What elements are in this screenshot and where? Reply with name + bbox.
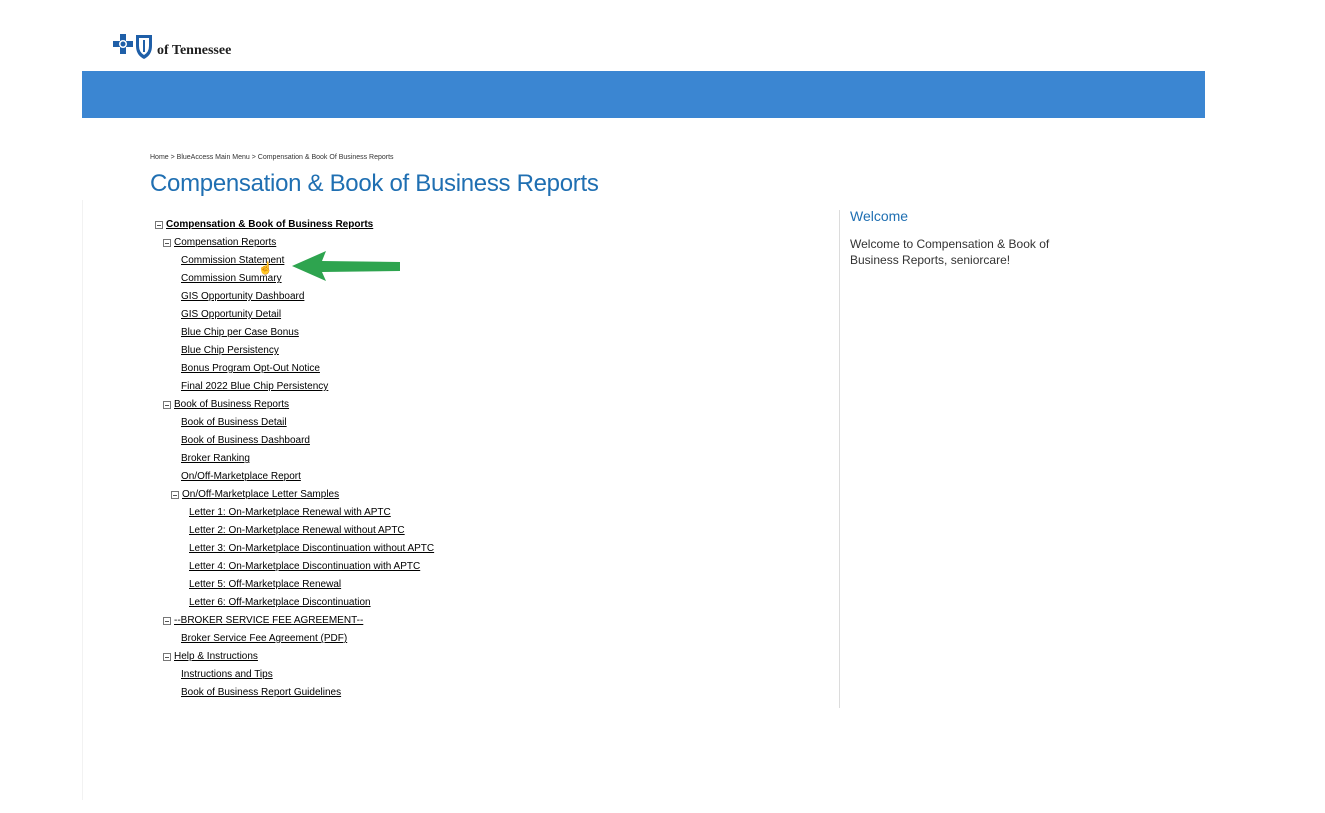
- collapse-icon[interactable]: [163, 617, 171, 625]
- tree-item: Letter 4: On-Marketplace Discontinuation…: [189, 558, 420, 576]
- letter-6-link[interactable]: Letter 6: Off-Marketplace Discontinuatio…: [189, 594, 371, 612]
- letter-1-link[interactable]: Letter 1: On-Marketplace Renewal with AP…: [189, 504, 391, 522]
- blue-cross-blue-shield-icon: [113, 34, 152, 59]
- tree-item: On/Off-Marketplace Report: [181, 468, 301, 486]
- green-arrow-icon: [292, 251, 400, 281]
- tree-node-book-of-business: Book of Business Reports: [163, 396, 289, 414]
- book-of-business-reports-link[interactable]: Book of Business Reports: [174, 396, 289, 414]
- breadcrumb: Home > BlueAccess Main Menu > Compensati…: [150, 154, 394, 161]
- content-border: [82, 200, 83, 800]
- report-guidelines-link[interactable]: Book of Business Report Guidelines: [181, 684, 341, 702]
- tree-item: Letter 5: Off-Marketplace Renewal: [189, 576, 341, 594]
- tree-item: Book of Business Dashboard: [181, 432, 310, 450]
- blue-chip-per-case-bonus-link[interactable]: Blue Chip per Case Bonus: [181, 324, 299, 342]
- bonus-program-opt-out-link[interactable]: Bonus Program Opt-Out Notice: [181, 360, 320, 378]
- tree-item: Final 2022 Blue Chip Persistency: [181, 378, 328, 396]
- tree-item: Letter 2: On-Marketplace Renewal without…: [189, 522, 405, 540]
- collapse-icon[interactable]: [163, 239, 171, 247]
- letter-5-link[interactable]: Letter 5: Off-Marketplace Renewal: [189, 576, 341, 594]
- tree-item: Book of Business Report Guidelines: [181, 684, 341, 702]
- tree-item: Blue Chip Persistency: [181, 342, 279, 360]
- tree-item: Blue Chip per Case Bonus: [181, 324, 299, 342]
- tree-node-broker-service-fee: --BROKER SERVICE FEE AGREEMENT--: [163, 612, 363, 630]
- logo-text: of Tennessee: [157, 43, 232, 58]
- blue-chip-persistency-link[interactable]: Blue Chip Persistency: [181, 342, 279, 360]
- tree-root-link[interactable]: Compensation & Book of Business Reports: [166, 216, 373, 234]
- book-of-business-detail-link[interactable]: Book of Business Detail: [181, 414, 287, 432]
- tree-item: Letter 1: On-Marketplace Renewal with AP…: [189, 504, 391, 522]
- tree-item: Letter 3: On-Marketplace Discontinuation…: [189, 540, 434, 558]
- tree-item: Book of Business Detail: [181, 414, 287, 432]
- marketplace-report-link[interactable]: On/Off-Marketplace Report: [181, 468, 301, 486]
- collapse-icon[interactable]: [155, 221, 163, 229]
- letter-samples-link[interactable]: On/Off-Marketplace Letter Samples: [182, 486, 339, 504]
- help-instructions-link[interactable]: Help & Instructions: [174, 648, 258, 666]
- letter-3-link[interactable]: Letter 3: On-Marketplace Discontinuation…: [189, 540, 434, 558]
- instructions-and-tips-link[interactable]: Instructions and Tips: [181, 666, 273, 684]
- column-divider: [839, 210, 840, 708]
- tree-node-compensation-reports: Compensation Reports: [163, 234, 276, 252]
- tree-item: GIS Opportunity Detail: [181, 306, 281, 324]
- tree-item: Broker Service Fee Agreement (PDF): [181, 630, 347, 648]
- hand-cursor-icon: ☝: [258, 261, 273, 275]
- header-band: [82, 71, 1205, 118]
- compensation-reports-link[interactable]: Compensation Reports: [174, 234, 276, 252]
- collapse-icon[interactable]: [163, 401, 171, 409]
- tree-item: GIS Opportunity Dashboard: [181, 288, 304, 306]
- broker-ranking-link[interactable]: Broker Ranking: [181, 450, 250, 468]
- tree-item: Instructions and Tips: [181, 666, 273, 684]
- tree-item: Bonus Program Opt-Out Notice: [181, 360, 320, 378]
- tree-node-help: Help & Instructions: [163, 648, 258, 666]
- book-of-business-dashboard-link[interactable]: Book of Business Dashboard: [181, 432, 310, 450]
- collapse-icon[interactable]: [171, 491, 179, 499]
- tree-item: Broker Ranking: [181, 450, 250, 468]
- tree-node-letter-samples: On/Off-Marketplace Letter Samples: [171, 486, 339, 504]
- gis-opportunity-detail-link[interactable]: GIS Opportunity Detail: [181, 306, 281, 324]
- bcbs-logo[interactable]: of Tennessee: [111, 30, 231, 60]
- final-2022-blue-chip-link[interactable]: Final 2022 Blue Chip Persistency: [181, 378, 328, 396]
- welcome-text: Welcome to Compensation & Book of Busine…: [850, 237, 1050, 267]
- gis-opportunity-dashboard-link[interactable]: GIS Opportunity Dashboard: [181, 288, 304, 306]
- letter-2-link[interactable]: Letter 2: On-Marketplace Renewal without…: [189, 522, 405, 540]
- welcome-title: Welcome: [850, 208, 909, 224]
- collapse-icon[interactable]: [163, 653, 171, 661]
- page-title: Compensation & Book of Business Reports: [150, 170, 599, 197]
- letter-4-link[interactable]: Letter 4: On-Marketplace Discontinuation…: [189, 558, 420, 576]
- tree-root: Compensation & Book of Business Reports: [155, 216, 373, 234]
- broker-service-fee-link[interactable]: --BROKER SERVICE FEE AGREEMENT--: [174, 612, 363, 630]
- tree-item: Letter 6: Off-Marketplace Discontinuatio…: [189, 594, 371, 612]
- broker-service-fee-pdf-link[interactable]: Broker Service Fee Agreement (PDF): [181, 630, 347, 648]
